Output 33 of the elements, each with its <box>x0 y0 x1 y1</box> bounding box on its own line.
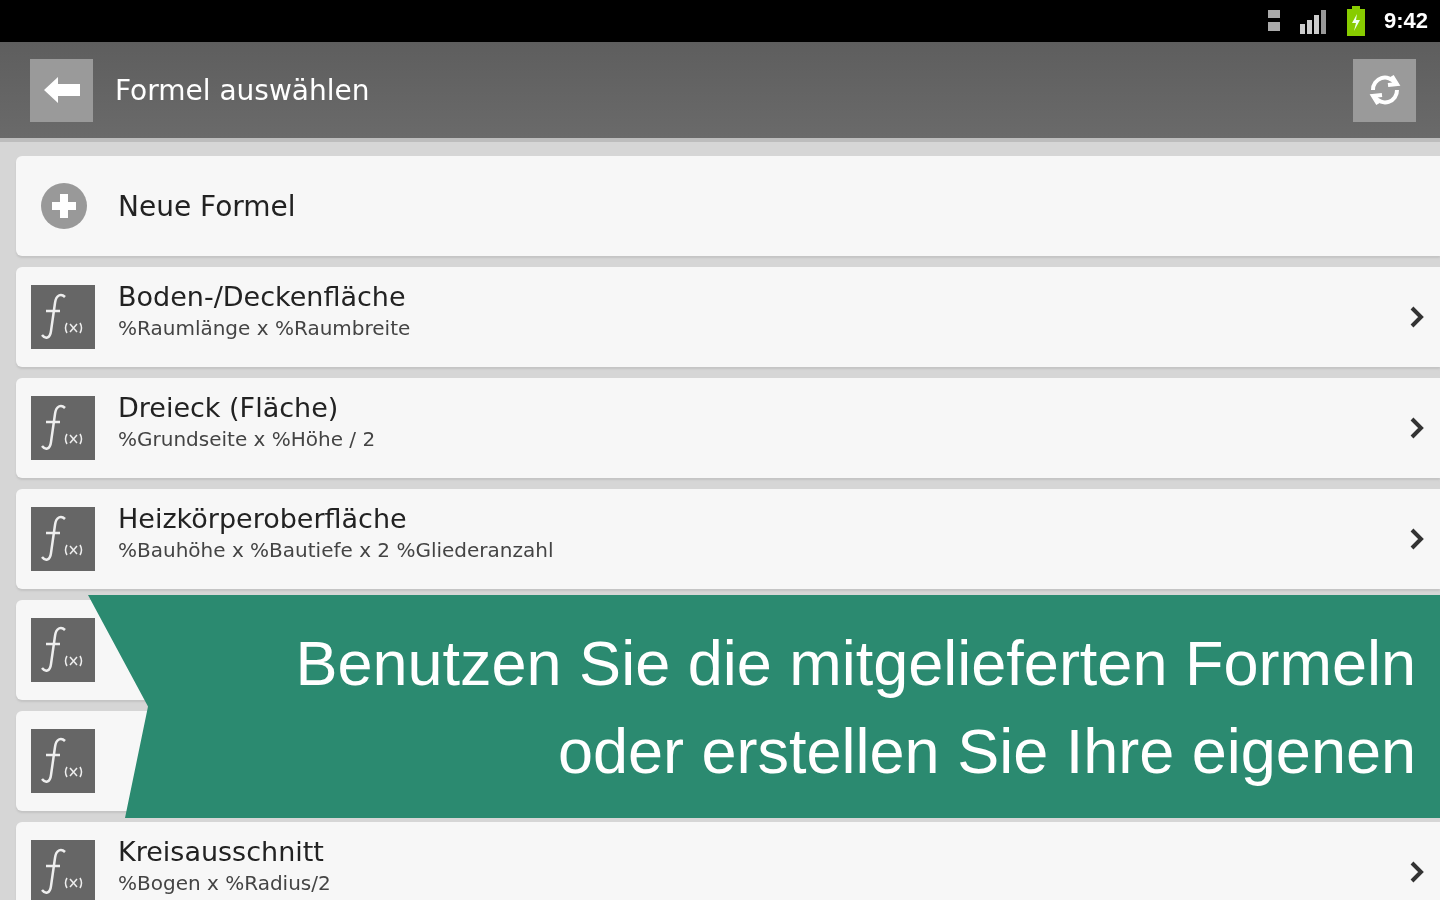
formula-expression: %Grundseite x %Höhe / 2 <box>118 427 377 451</box>
formula-item[interactable]: Heizkörperoberfläche %Bauhöhe x %Bautiefe x 2 %Gliederanzahl <box>16 489 1440 589</box>
chevron-icon <box>1408 527 1426 551</box>
screen-title: Formel auswählen <box>115 73 371 107</box>
formula-item[interactable]: Boden-/Deckenfläche %Raumlänge x %Raumbreite <box>16 267 1440 367</box>
function-icon <box>31 618 95 682</box>
chevron-icon <box>1408 860 1426 884</box>
formula-expression: %Bogen x %Radius/2 <box>118 871 332 895</box>
formula-item[interactable]: Dreieck (Fläche) %Grundseite x %Höhe / 2 <box>16 378 1440 478</box>
data-icon <box>1265 8 1282 34</box>
formula-expression: %Raumlänge x %Raumbreite <box>118 316 412 340</box>
formula-title: Boden-/Deckenfläche <box>118 281 407 312</box>
new-formula-item[interactable]: Neue Formel <box>16 156 1440 256</box>
banner-text: Benutzen Sie die mitgelieferten Formeln <box>295 626 1416 700</box>
banner-text: oder erstellen Sie Ihre eigenen <box>557 714 1416 788</box>
function-icon <box>31 840 95 900</box>
back-button[interactable] <box>30 58 93 122</box>
chevron-icon <box>1408 305 1426 329</box>
function-icon <box>31 396 95 460</box>
formula-title: Kreisausschnitt <box>118 836 325 867</box>
function-icon <box>31 507 95 571</box>
formula-title: Heizkörperoberfläche <box>118 503 408 534</box>
chevron-icon <box>1408 416 1426 440</box>
formula-expression: %Bauhöhe x %Bautiefe x 2 %Gliederanzahl <box>118 538 555 562</box>
formula-item[interactable]: Kreisausschnitt %Bogen x %Radius/2 <box>16 822 1440 900</box>
plus-icon <box>40 182 88 230</box>
function-icon <box>31 285 95 349</box>
clock-time: 9:42 <box>1383 8 1428 34</box>
signal-icon <box>1299 8 1328 34</box>
function-icon <box>31 729 95 793</box>
battery-icon <box>1345 6 1366 36</box>
refresh-button[interactable] <box>1353 58 1416 122</box>
formula-title: Dreieck (Fläche) <box>118 392 340 423</box>
